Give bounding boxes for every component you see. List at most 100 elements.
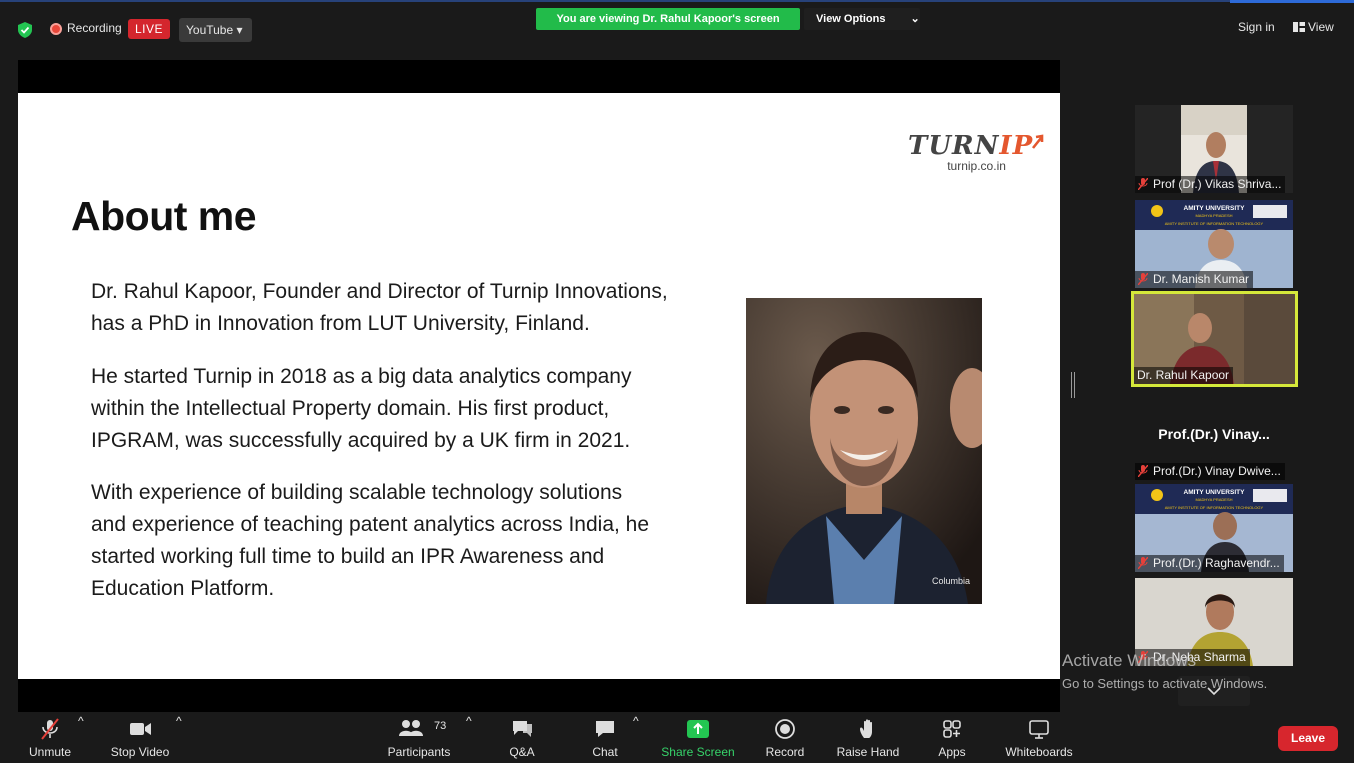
view-options-button[interactable]: View Options ⌄: [804, 8, 920, 30]
arrow-up-icon: [1032, 134, 1044, 149]
active-speaker-tile[interactable]: Dr. Rahul Kapoor: [1131, 291, 1298, 387]
banner-title: AMITY UNIVERSITY: [1184, 205, 1246, 212]
bio-paragraph-2: He started Turnip in 2018 as a big data …: [91, 361, 731, 457]
record-label: Record: [765, 745, 805, 759]
participant-tile[interactable]: Prof (Dr.) Vikas Shriva...: [1135, 105, 1293, 193]
participant-tile[interactable]: AMITY UNIVERSITY MADHYA PRADESH AMITY IN…: [1135, 484, 1293, 572]
view-button[interactable]: View: [1293, 20, 1334, 34]
view-options-label: View Options: [816, 13, 886, 25]
live-badge[interactable]: LIVE: [128, 19, 170, 39]
qa-icon: [513, 721, 532, 737]
recording-icon: [50, 23, 62, 35]
raise-hand-icon: [860, 719, 872, 738]
banner-subtitle: MADHYA PRADESH: [1195, 497, 1232, 502]
stop-video-button[interactable]: Stop Video: [106, 714, 174, 763]
meeting-top-bar: Recording LIVE YouTube ▾ You are viewing…: [0, 6, 1354, 46]
participant-name-label: Prof.(Dr.) Vinay Dwive...: [1135, 463, 1285, 480]
participant-tile[interactable]: Prof.(Dr.) Vinay... Prof.(Dr.) Vinay Dwi…: [1135, 392, 1293, 480]
participants-button[interactable]: 73 Participants: [384, 714, 454, 763]
mic-muted-icon: [1138, 557, 1148, 569]
apps-label: Apps: [938, 745, 966, 759]
recording-label: Recording: [67, 21, 122, 35]
whiteboards-label: Whiteboards: [1005, 745, 1073, 759]
banner-subtitle: MADHYA PRADESH: [1195, 213, 1232, 218]
video-camera-icon: [130, 723, 151, 735]
record-icon: [775, 719, 795, 739]
participant-name: Prof.(Dr.) Raghavendr...: [1153, 556, 1280, 570]
share-screen-button[interactable]: Share Screen: [660, 714, 736, 763]
speaker-photo-illustration: Columbia: [746, 298, 982, 604]
banner-line: AMITY INSTITUTE OF INFORMATION TECHNOLOG…: [1165, 505, 1264, 510]
record-button[interactable]: Record: [762, 714, 808, 763]
meeting-controls-toolbar: Unmute ^ Stop Video ^ 73 Participants ^ …: [0, 714, 1354, 763]
slide-title: About me: [71, 193, 257, 239]
bio-line: IPGRAM, was successfully acquired by a U…: [91, 429, 631, 452]
activate-windows-subtext: Go to Settings to activate Windows.: [1062, 676, 1268, 691]
mic-muted-icon: [1138, 273, 1148, 285]
chat-label: Chat: [592, 745, 618, 759]
participant-name: Dr. Manish Kumar: [1153, 272, 1250, 286]
shield-check-icon[interactable]: [18, 22, 32, 38]
whiteboards-button[interactable]: Whiteboards: [1002, 714, 1076, 763]
logo-url: turnip.co.in: [947, 159, 1006, 173]
banner-line: AMITY INSTITUTE OF INFORMATION TECHNOLOG…: [1165, 221, 1264, 226]
chat-options-caret[interactable]: ^: [633, 714, 639, 763]
speaker-photo: Columbia: [746, 298, 982, 604]
logo-text-accent: IP: [999, 131, 1034, 161]
apps-button[interactable]: Apps: [932, 714, 972, 763]
activate-windows-watermark: Activate Windows: [1062, 651, 1197, 670]
bio-line: and experience of teaching patent analyt…: [91, 513, 650, 536]
participants-options-caret[interactable]: ^: [466, 714, 472, 763]
qa-button[interactable]: Q&A: [500, 714, 544, 763]
apps-icon: [943, 720, 961, 738]
chat-icon: [596, 721, 614, 737]
jacket-brand-text: Columbia: [932, 576, 970, 586]
window-top-edge: [0, 0, 1354, 4]
participant-name-label: Dr. Manish Kumar: [1135, 271, 1254, 288]
mic-muted-icon: [41, 718, 59, 740]
share-screen-label: Share Screen: [661, 745, 735, 759]
video-options-caret[interactable]: ^: [176, 714, 182, 763]
unmute-button[interactable]: Unmute: [20, 714, 80, 763]
qa-label: Q&A: [509, 745, 535, 759]
participant-name-label: Dr. Rahul Kapoor: [1134, 367, 1234, 384]
participant-name: Prof.(Dr.) Vinay Dwive...: [1153, 464, 1281, 478]
presentation-slide: About me TURNIP turnip.co.in Dr. Rahul K…: [18, 93, 1060, 679]
bio-line: Education Platform.: [91, 577, 275, 600]
participant-tile[interactable]: AMITY UNIVERSITY MADHYA PRADESH AMITY IN…: [1135, 200, 1293, 288]
turnip-logo: TURNIP turnip.co.in: [908, 131, 1045, 173]
raise-hand-label: Raise Hand: [836, 745, 900, 759]
viewing-screen-banner: You are viewing Dr. Rahul Kapoor's scree…: [536, 8, 800, 30]
participant-name-label: Prof (Dr.) Vikas Shriva...: [1135, 176, 1286, 193]
bio-line: He started Turnip in 2018 as a big data …: [91, 365, 632, 388]
logo-text: TURN: [908, 131, 1000, 161]
leave-button[interactable]: Leave: [1278, 726, 1338, 751]
chevron-down-icon: ⌄: [910, 13, 920, 25]
bio-line: started working full time to build an IP…: [91, 545, 605, 568]
participant-name: Prof (Dr.) Vikas Shriva...: [1153, 177, 1282, 191]
share-screen-icon: [687, 720, 709, 738]
chat-button[interactable]: Chat: [585, 714, 625, 763]
bio-line: has a PhD in Innovation from LUT Univers…: [91, 312, 590, 335]
participant-big-name: Prof.(Dr.) Vinay...: [1158, 426, 1270, 442]
raise-hand-button[interactable]: Raise Hand: [834, 714, 902, 763]
grid-view-icon: [1293, 22, 1305, 32]
whiteboard-icon: [1029, 720, 1049, 739]
bio-line: With experience of building scalable tec…: [91, 481, 623, 504]
bio-paragraph-1: Dr. Rahul Kapoor, Founder and Director o…: [91, 276, 731, 340]
participants-count: 73: [434, 720, 447, 732]
mic-muted-icon: [1138, 465, 1148, 477]
panel-resize-handle[interactable]: [1071, 372, 1075, 398]
banner-title: AMITY UNIVERSITY: [1184, 489, 1246, 496]
participants-label: Participants: [387, 745, 451, 759]
stop-video-label: Stop Video: [110, 745, 170, 759]
bio-line: within the Intellectual Property domain.…: [91, 397, 610, 420]
unmute-label: Unmute: [28, 745, 72, 759]
sign-in-link[interactable]: Sign in: [1238, 20, 1275, 34]
audio-options-caret[interactable]: ^: [78, 714, 84, 763]
mic-muted-icon: [1138, 178, 1148, 190]
bio-paragraph-3: With experience of building scalable tec…: [91, 477, 731, 605]
bio-line: Dr. Rahul Kapoor, Founder and Director o…: [91, 280, 668, 303]
view-label: View: [1308, 20, 1334, 34]
youtube-dropdown[interactable]: YouTube ▾: [179, 18, 252, 42]
